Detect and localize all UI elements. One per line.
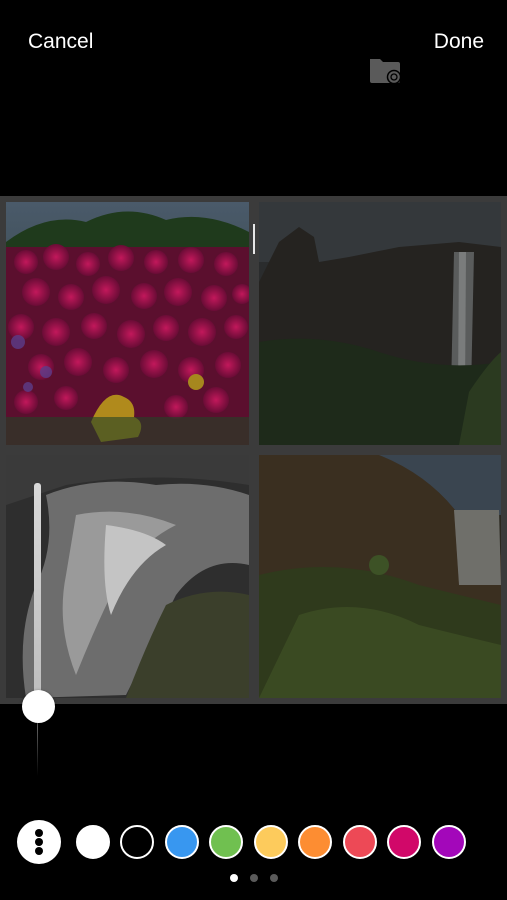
color-swatch-1[interactable]	[120, 825, 154, 859]
color-swatch-4[interactable]	[254, 825, 288, 859]
cliff-photo	[259, 202, 501, 445]
collage-photo-flowers[interactable]	[6, 202, 249, 445]
page-dot-0	[230, 874, 238, 882]
dot	[35, 838, 43, 846]
color-palette	[0, 818, 507, 866]
dot	[35, 829, 43, 837]
color-swatch-5[interactable]	[298, 825, 332, 859]
brush-size-slider-thumb[interactable]	[22, 690, 55, 723]
collage-photo-cliff[interactable]	[259, 202, 501, 445]
color-swatch-6[interactable]	[343, 825, 377, 859]
brush-size-slider-track[interactable]	[34, 483, 41, 708]
color-swatch-8[interactable]	[432, 825, 466, 859]
more-vertical-icon[interactable]	[17, 820, 61, 864]
done-button[interactable]: Done	[434, 30, 484, 54]
page-dot-2	[270, 874, 278, 882]
cancel-button[interactable]: Cancel	[28, 30, 93, 54]
color-swatch-0[interactable]	[76, 825, 110, 859]
hill-photo	[259, 455, 501, 698]
color-swatch-2[interactable]	[165, 825, 199, 859]
collage-photo-water[interactable]	[6, 455, 249, 698]
page-dot-1	[250, 874, 258, 882]
flowers-photo	[6, 202, 249, 445]
color-swatch-7[interactable]	[387, 825, 421, 859]
color-swatch-3[interactable]	[209, 825, 243, 859]
top-bar: Cancel Done	[0, 0, 507, 110]
folder-add-icon[interactable]	[368, 55, 402, 85]
text-cursor	[253, 224, 255, 254]
photo-collage[interactable]	[0, 196, 507, 704]
collage-photo-hill[interactable]	[259, 455, 501, 698]
page-indicator	[0, 874, 507, 886]
water-photo	[6, 455, 249, 698]
dot	[35, 847, 43, 855]
